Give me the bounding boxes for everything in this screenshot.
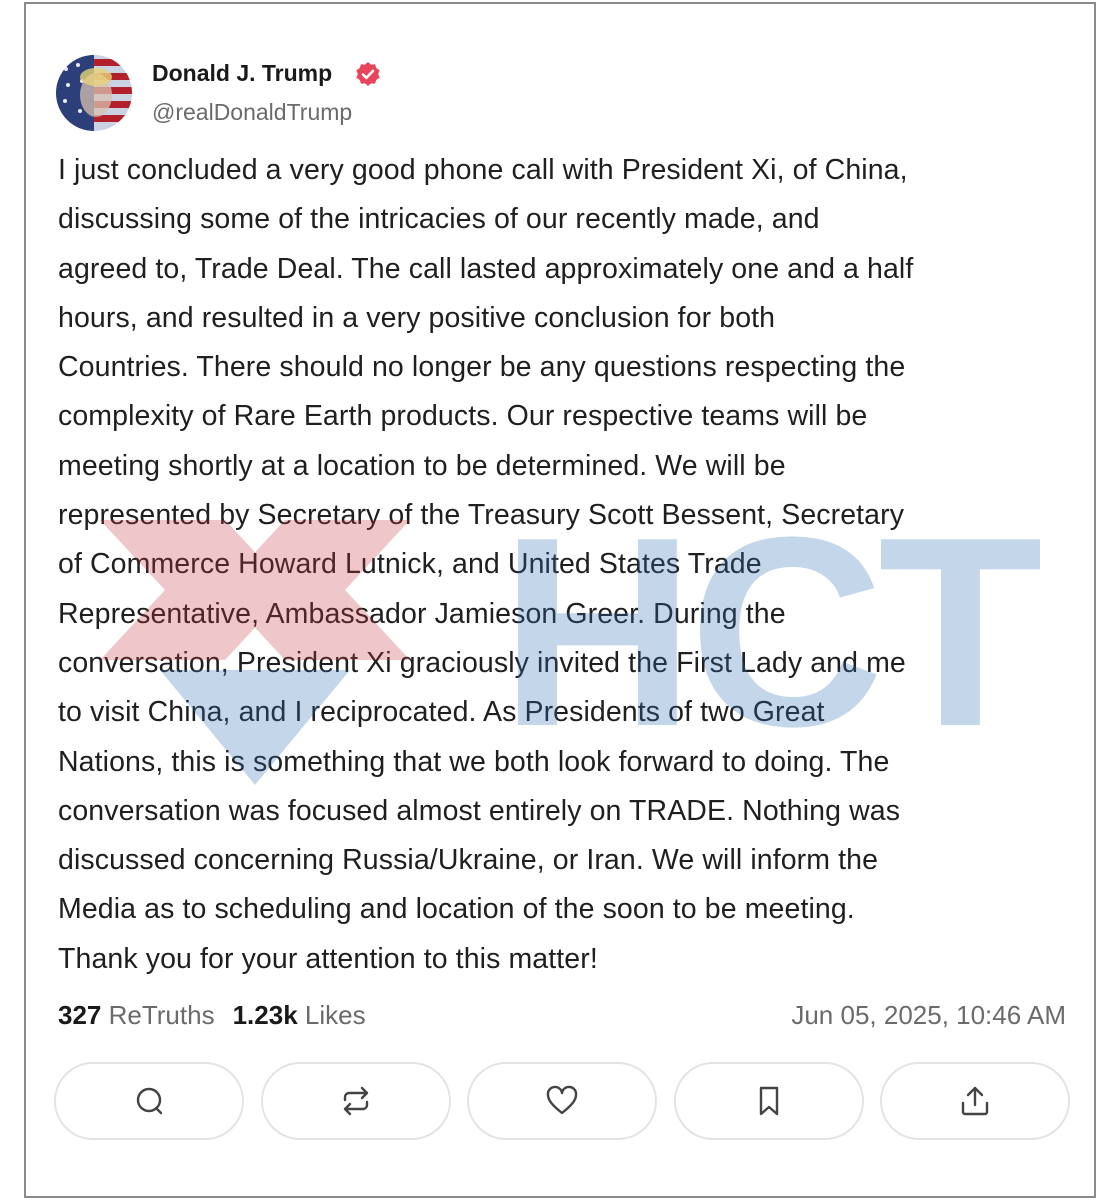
likes-count[interactable]: 1.23k [233, 1000, 298, 1030]
post-line: Nations, this is something that we both … [58, 745, 890, 778]
verified-badge-icon [356, 62, 380, 86]
author-name[interactable]: Donald J. Trump [152, 60, 332, 87]
post-line: meeting shortly at a location to be dete… [58, 449, 786, 482]
post-line: complexity of Rare Earth products. Our r… [58, 400, 868, 433]
post-line: conversation was focused almost entirely… [58, 794, 901, 827]
post-line: discussing some of the intricacies of ou… [58, 203, 820, 236]
post-line: to visit China, and I reciprocated. As P… [58, 696, 825, 729]
post-line: hours, and resulted in a very positive c… [58, 301, 776, 334]
share-button[interactable] [880, 1062, 1070, 1140]
retruth-button[interactable] [261, 1062, 451, 1140]
bookmark-button[interactable] [674, 1062, 864, 1140]
author-handle[interactable]: @realDonaldTrump [152, 99, 352, 126]
likes-label[interactable]: Likes [305, 1000, 366, 1030]
bookmark-icon [759, 1086, 779, 1116]
action-bar [54, 1062, 1074, 1140]
post-body: I just concluded a very good phone call … [58, 146, 1068, 984]
retruth-icon [343, 1086, 369, 1116]
reply-button[interactable] [54, 1062, 244, 1140]
post-line: discussed concerning Russia/Ukraine, or … [58, 844, 879, 877]
like-button[interactable] [467, 1062, 657, 1140]
avatar[interactable] [56, 55, 132, 131]
retruths-label[interactable]: ReTruths [109, 1000, 215, 1030]
post-line: of Commerce Howard Lutnick, and United S… [58, 548, 762, 581]
post-line: agreed to, Trade Deal. The call lasted a… [58, 252, 914, 285]
post-stats: 327 ReTruths 1.23k Likes [58, 1000, 366, 1031]
post-line: represented by Secretary of the Treasury… [58, 499, 905, 532]
post-line: Media as to scheduling and location of t… [58, 893, 855, 926]
share-icon [961, 1086, 989, 1116]
post-line: I just concluded a very good phone call … [58, 154, 908, 186]
post-line: Countries. There should no longer be any… [58, 351, 906, 384]
post-line: Thank you for your attention to this mat… [58, 942, 598, 975]
post-line: conversation, President Xi graciously in… [58, 646, 906, 679]
reply-icon [136, 1087, 163, 1115]
post-timestamp[interactable]: Jun 05, 2025, 10:46 AM [791, 1000, 1066, 1031]
heart-icon [546, 1085, 578, 1115]
retruths-count[interactable]: 327 [58, 1000, 101, 1030]
post-line: Representative, Ambassador Jamieson Gree… [58, 597, 786, 630]
